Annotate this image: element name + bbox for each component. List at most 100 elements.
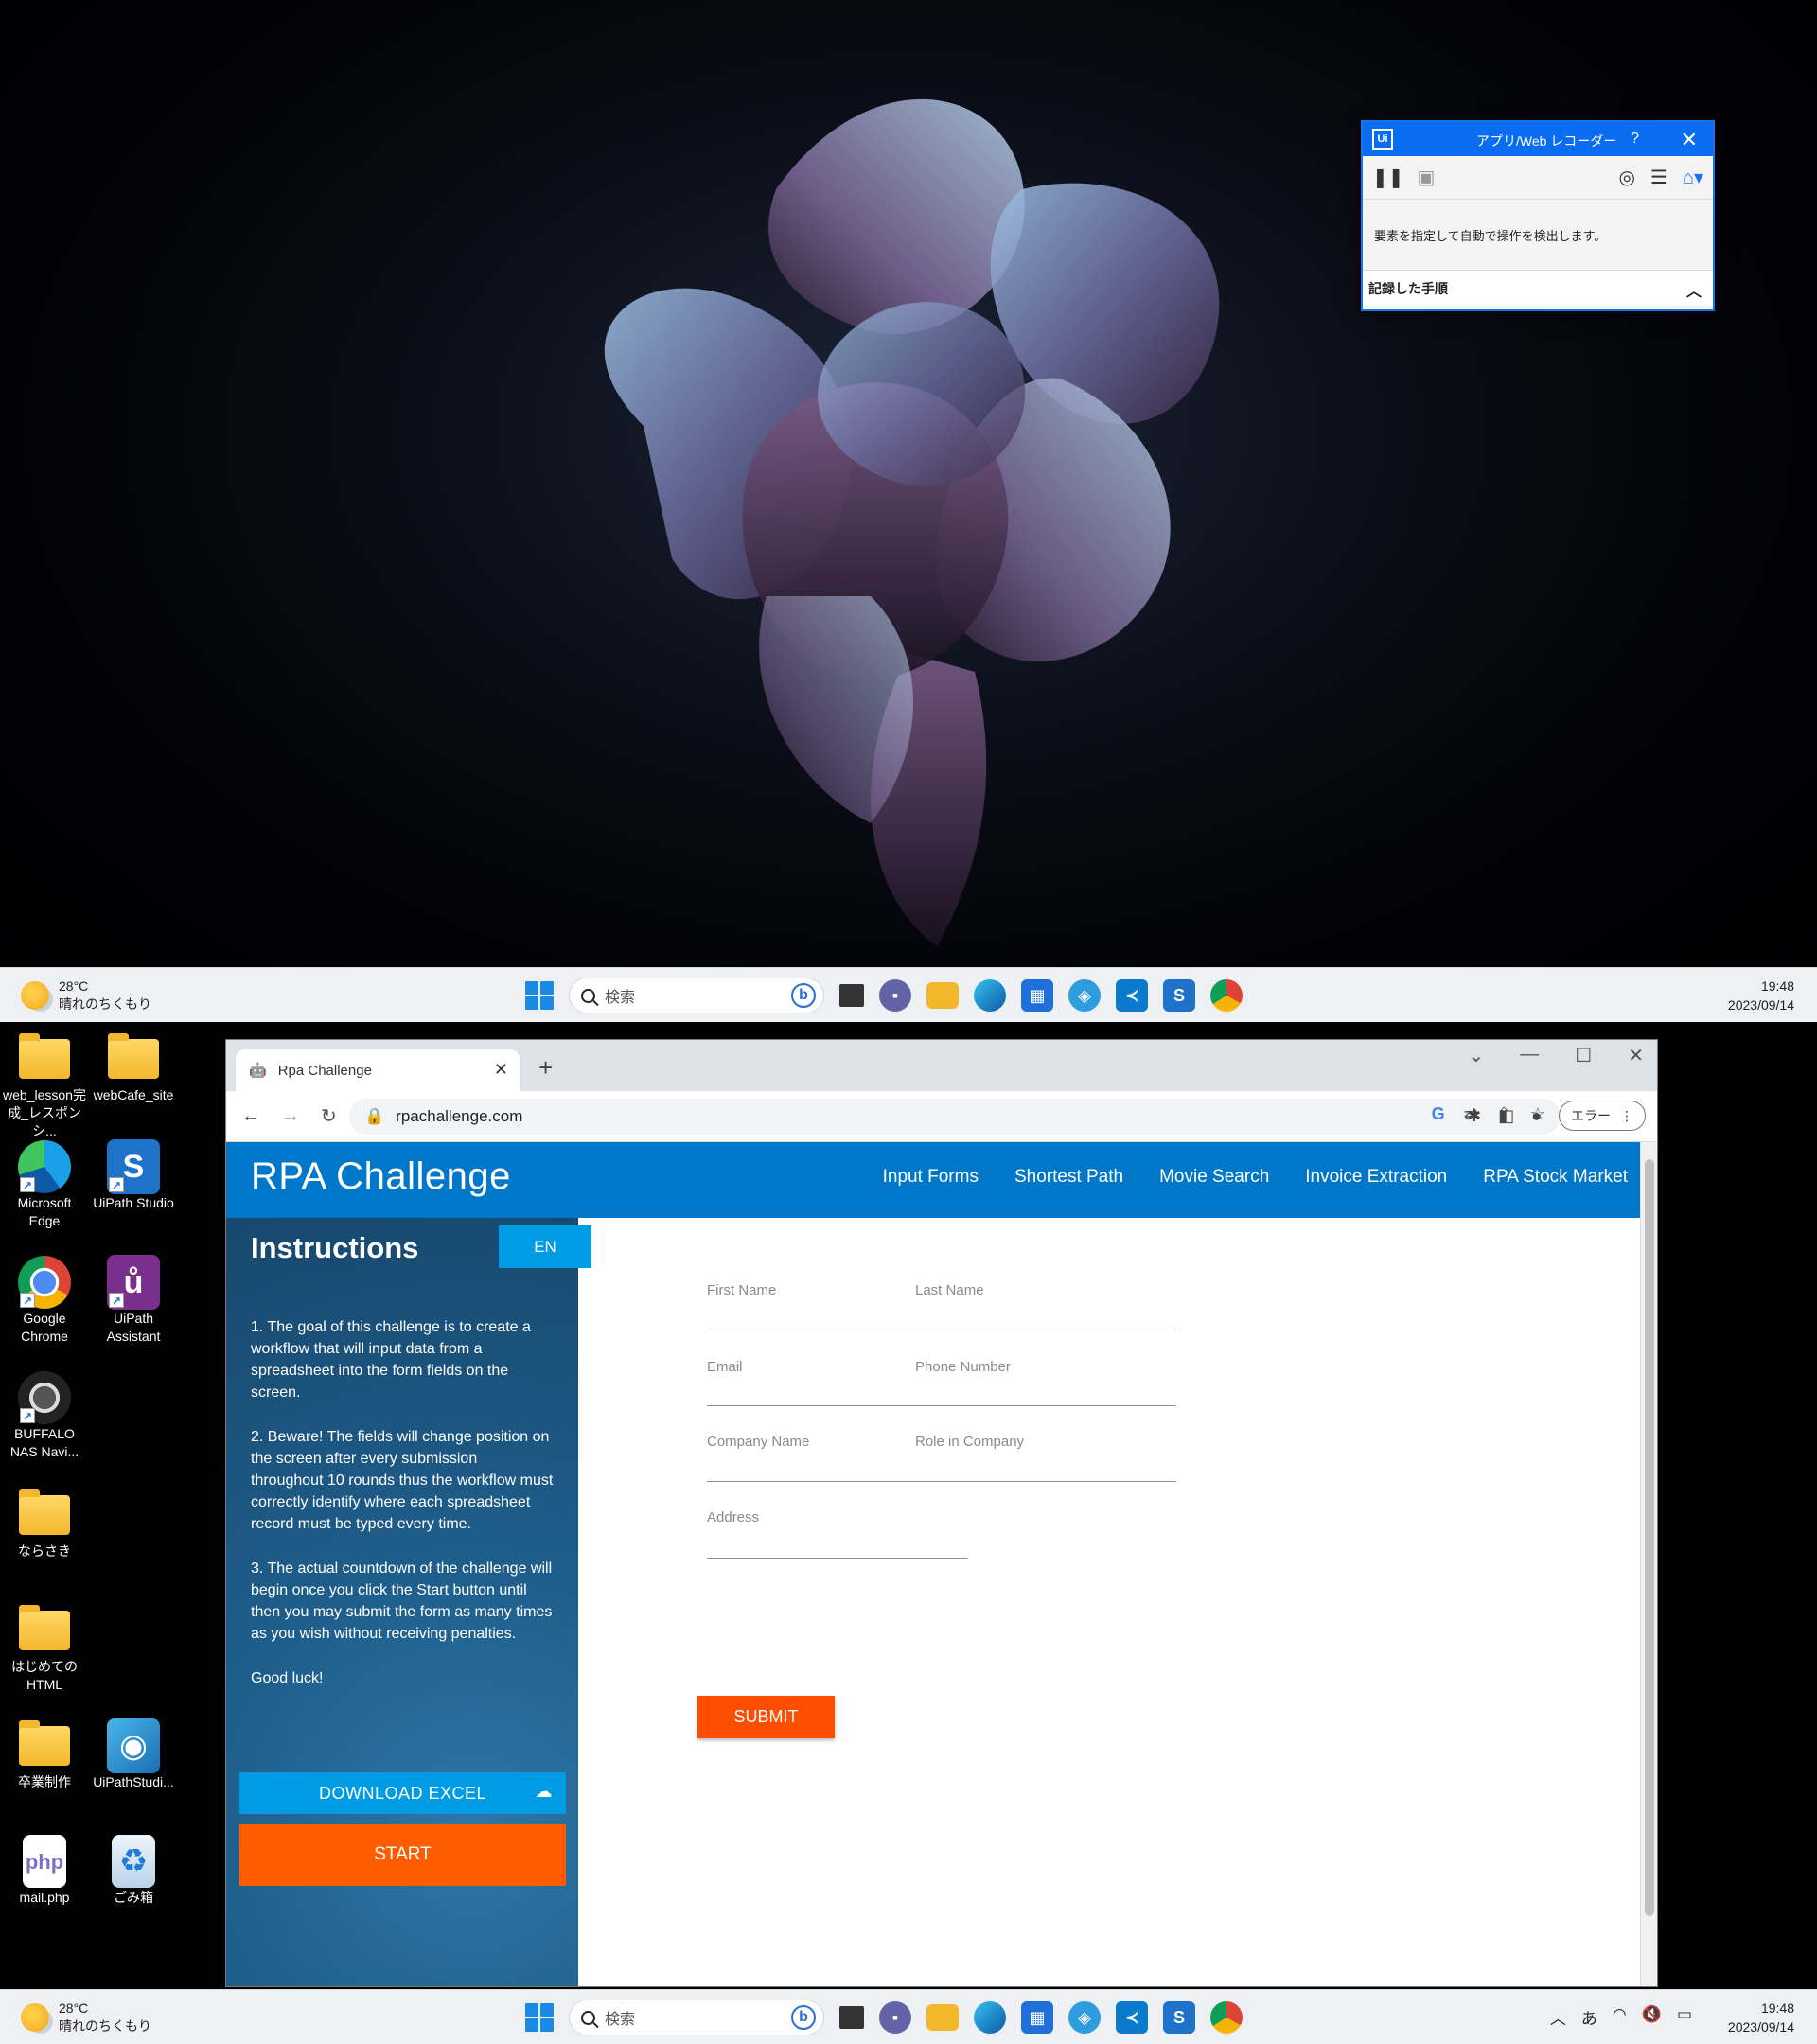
minimize-icon[interactable]: — [1520, 1044, 1539, 1067]
chrome-icon[interactable] [1210, 979, 1243, 1012]
recorder-mode-dropdown-icon[interactable]: ⌂▾ [1683, 166, 1703, 189]
task-view-icon[interactable] [839, 2006, 864, 2029]
desktop-icon-chrome[interactable]: ↗ Google Chrome [2, 1256, 87, 1346]
volume-muted-icon[interactable]: 🔇 [1642, 2005, 1662, 2029]
desktop-icon-label: UiPath Studio [93, 1195, 174, 1210]
file-explorer-icon[interactable] [926, 2004, 959, 2031]
desktop-icon-web-lesson[interactable]: web_lesson完成_レスポンシ... [2, 1033, 87, 1140]
ime-mode[interactable]: あ [1581, 2005, 1597, 2029]
clock[interactable]: 19:48 2023/09/14 [1728, 1999, 1794, 2036]
clock[interactable]: 19:48 2023/09/14 [1728, 977, 1794, 1014]
download-excel-button[interactable]: DOWNLOAD EXCEL ☁ [239, 1772, 566, 1814]
desktop-screen-bottom: web_lesson完成_レスポンシ... webCafe_site ↗ Mic… [0, 1022, 1817, 2044]
edge-icon[interactable] [974, 2001, 1006, 2034]
phone-number-input[interactable] [915, 1374, 1176, 1406]
profile-error-label: エラー [1571, 1108, 1611, 1123]
recorder-title: アプリ/Web レコーダー [1476, 133, 1617, 149]
start-button[interactable] [525, 2003, 554, 2032]
site-brand[interactable]: RPA Challenge [251, 1155, 511, 1198]
desktop-icon-edge[interactable]: ↗ Microsoft Edge [2, 1140, 87, 1230]
desktop-icon-uipathstudio-installer[interactable]: ◉ UiPathStudi... [91, 1718, 176, 1791]
desktop-icon-webcafe-site[interactable]: webCafe_site [91, 1033, 176, 1104]
microsoft-store-icon[interactable]: ▦ [1021, 2001, 1053, 2034]
start-button[interactable] [525, 981, 554, 1010]
taskbar: 28°C 晴れのちくもり 検索 b ▪ ▦ ◈ ≺ S ︿ あ ◠ 🔇 ▭ 19… [0, 1989, 1817, 2044]
new-tab-icon[interactable]: + [538, 1053, 553, 1083]
address-bar[interactable]: 🔒 rpachallenge.com G ⇄ ⇪ ☆ [349, 1099, 1561, 1135]
task-view-icon[interactable] [839, 984, 864, 1007]
language-button[interactable]: EN [499, 1225, 591, 1268]
desktop-icon-buffalo-nas[interactable]: ↗ BUFFALO NAS Navi... [2, 1371, 87, 1461]
nav-input-forms[interactable]: Input Forms [883, 1167, 979, 1188]
file-explorer-icon[interactable] [926, 982, 959, 1009]
close-tab-icon[interactable]: ✕ [494, 1060, 508, 1080]
close-icon[interactable]: ✕ [1681, 128, 1698, 152]
desktop-icon-uipath-studio[interactable]: S ↗ UiPath Studio [91, 1139, 176, 1212]
forward-icon[interactable]: → [281, 1105, 300, 1127]
pause-icon[interactable]: ❚❚ [1372, 166, 1404, 189]
label-role-in-company: Role in Company [915, 1434, 1025, 1450]
google-icon[interactable]: G [1432, 1104, 1445, 1124]
desktop-icon-mail-php[interactable]: php mail.php [2, 1835, 87, 1907]
microsoft-store-icon[interactable]: ▦ [1021, 979, 1053, 1012]
uipath-studio-taskbar-icon[interactable]: S [1163, 2001, 1195, 2034]
edge-icon[interactable] [974, 979, 1006, 1012]
uipath-assistant-taskbar-icon[interactable]: ◈ [1068, 979, 1101, 1012]
tab-rpa-challenge[interactable]: 🤖 Rpa Challenge ✕ [236, 1049, 520, 1091]
page-scrollbar[interactable] [1640, 1142, 1657, 1986]
desktop-icon-label: BUFFALO NAS Navi... [9, 1426, 79, 1459]
recorder-titlebar[interactable]: Ui アプリ/Web レコーダー ? ✕ [1363, 122, 1713, 156]
start-button[interactable]: START [239, 1824, 566, 1886]
bing-icon[interactable]: b [791, 2005, 816, 2030]
taskbar-search[interactable]: 検索 b [569, 2000, 824, 2035]
role-in-company-input[interactable] [915, 1450, 1176, 1482]
chrome-icon[interactable] [1210, 2001, 1243, 2034]
reload-icon[interactable]: ↻ [321, 1104, 337, 1128]
address-input[interactable] [707, 1526, 968, 1559]
desktop-icon-uipath-assistant[interactable]: ů ↗ UiPath Assistant [91, 1255, 176, 1346]
nav-invoice-extraction[interactable]: Invoice Extraction [1305, 1167, 1447, 1188]
bing-icon[interactable]: b [791, 983, 816, 1008]
vscode-icon[interactable]: ≺ [1116, 2001, 1148, 2034]
list-icon[interactable]: ☰ [1650, 166, 1667, 189]
last-name-input[interactable] [915, 1298, 1176, 1330]
desktop-icon-label: web_lesson完成_レスポンシ... [3, 1087, 86, 1138]
nav-rpa-stock-market[interactable]: RPA Stock Market [1483, 1167, 1628, 1188]
recorded-steps-section[interactable]: 記録した手順 ︿ [1363, 270, 1713, 306]
wifi-icon[interactable]: ◠ [1613, 2005, 1627, 2029]
weather-widget[interactable]: 28°C 晴れのちくもり [21, 978, 151, 1013]
teams-chat-icon[interactable]: ▪ [879, 979, 911, 1012]
uipath-assistant-taskbar-icon[interactable]: ◈ [1068, 2001, 1101, 2034]
vscode-icon[interactable]: ≺ [1116, 979, 1148, 1012]
taskbar-search[interactable]: 検索 b [569, 978, 824, 1013]
submit-button[interactable]: SUBMIT [697, 1696, 835, 1738]
extensions-icon[interactable]: ✱ [1467, 1106, 1481, 1126]
instruction-step: 1. The goal of this challenge is to crea… [251, 1319, 531, 1401]
help-button[interactable]: ? [1631, 131, 1639, 148]
teams-chat-icon[interactable]: ▪ [879, 2001, 911, 2034]
show-hidden-icons-icon[interactable]: ︿ [1550, 2005, 1566, 2029]
side-panel-icon[interactable]: ◧ [1498, 1106, 1514, 1126]
tab-search-icon[interactable]: ⌄ [1469, 1044, 1485, 1067]
battery-icon[interactable]: ▭ [1677, 2005, 1692, 2029]
nav-shortest-path[interactable]: Shortest Path [1014, 1167, 1123, 1188]
weather-widget[interactable]: 28°C 晴れのちくもり [21, 2000, 151, 2035]
desktop-screen-top: Ui アプリ/Web レコーダー ? ✕ ❚❚ ▣ ◎ ☰ ⌂▾ 要素を指定して… [0, 0, 1817, 1022]
uipath-studio-taskbar-icon[interactable]: S [1163, 979, 1195, 1012]
profile-icon[interactable]: ● [1531, 1106, 1542, 1126]
desktop-icon-sotsugyou[interactable]: 卒業制作 [2, 1720, 87, 1791]
target-icon[interactable]: ◎ [1618, 166, 1634, 189]
desktop-icon-narasaki[interactable]: ならさき [2, 1489, 87, 1560]
label-last-name: Last Name [915, 1282, 984, 1298]
back-icon[interactable]: ← [241, 1105, 260, 1127]
save-icon[interactable]: ▣ [1418, 166, 1436, 189]
system-tray: ︿ あ ◠ 🔇 ▭ [1550, 2005, 1692, 2029]
label-phone-number: Phone Number [915, 1359, 1011, 1375]
maximize-icon[interactable]: ☐ [1575, 1044, 1592, 1067]
close-window-icon[interactable]: ✕ [1628, 1044, 1644, 1067]
desktop-icon-recycle-bin[interactable]: ♻ ごみ箱 [91, 1835, 176, 1907]
profile-error-button[interactable]: エラー ⋮ [1559, 1101, 1646, 1131]
chevron-up-icon[interactable]: ︿ [1686, 278, 1702, 301]
desktop-icon-hajimete-html[interactable]: はじめてのHTML [2, 1605, 87, 1694]
nav-movie-search[interactable]: Movie Search [1159, 1167, 1269, 1188]
